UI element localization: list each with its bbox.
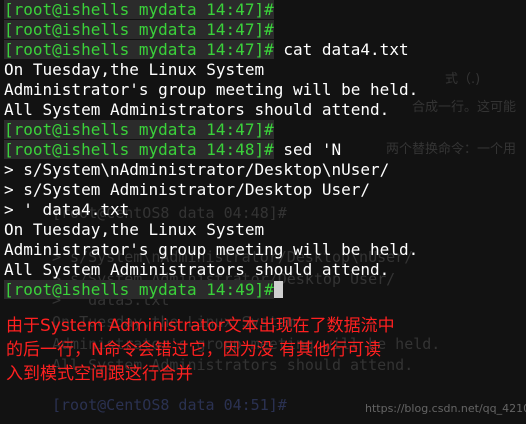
terminal-screenshot: 式（.) 合成一行。这可能 两个替换命令：一个用 [root@CentOS8 d… <box>0 0 526 424</box>
prompt-line: [root@ishells mydata 14:48]# sed 'N <box>4 140 526 160</box>
output-line: All System Administrators should attend. <box>4 100 526 120</box>
command-text: sed 'N <box>273 140 342 159</box>
output-line: > s/System\nAdministrator/Desktop\nUser/ <box>4 160 526 180</box>
shell-prompt: [root@ishells mydata 14:47]# <box>4 20 274 39</box>
shell-prompt: [root@ishells mydata 14:47]# <box>4 40 274 59</box>
output-line: On Tuesday,the Linux System <box>4 60 526 80</box>
output-text: Administrator's group meeting will be he… <box>4 80 419 99</box>
shell-prompt: [root@ishells mydata 14:47]# <box>4 120 274 139</box>
command-text: cat data4.txt <box>273 40 409 59</box>
prompt-line: [root@ishells mydata 14:49]# <box>4 280 526 300</box>
shell-prompt: [root@ishells mydata 14:47]# <box>4 0 274 19</box>
annotation-line: 由于System Administrator文本出现在了数据流中 <box>6 316 395 336</box>
annotation-line: 的后一行，N命令会错过它，因为没 有其他行可读 <box>6 340 382 360</box>
annotation-text: 由于System Administrator文本出现在了数据流中 的后一行，N命… <box>6 314 521 386</box>
output-text: > s/System Administrator/Desktop User/ <box>4 180 371 199</box>
output-text: On Tuesday,the Linux System <box>4 220 265 239</box>
output-text: > s/System\nAdministrator/Desktop\nUser/ <box>4 160 390 179</box>
output-text: On Tuesday,the Linux System <box>4 60 265 79</box>
watermark: https://blog.csdn.net/qq_42103 <box>365 402 526 415</box>
output-line: Administrator's group meeting will be he… <box>4 80 526 100</box>
output-line: > ' data4.txt <box>4 200 526 220</box>
prompt-line: [root@ishells mydata 14:47]# cat data4.t… <box>4 40 526 60</box>
prompt-line: [root@ishells mydata 14:47]# <box>4 0 526 20</box>
prompt-line: [root@ishells mydata 14:47]# <box>4 20 526 40</box>
output-text: Administrator's group meeting will be he… <box>4 240 419 259</box>
text-cursor <box>273 281 283 298</box>
output-text: > ' data4.txt <box>4 200 130 219</box>
terminal-output[interactable]: [root@ishells mydata 14:47]# [root@ishell… <box>4 0 526 300</box>
output-line: All System Administrators should attend. <box>4 260 526 280</box>
output-line: Administrator's group meeting will be he… <box>4 240 526 260</box>
annotation-line: 入到模式空间跟这行合并 <box>6 364 193 384</box>
shell-prompt: [root@ishells mydata 14:49]# <box>4 280 274 299</box>
shell-prompt: [root@ishells mydata 14:48]# <box>4 140 274 159</box>
output-line: On Tuesday,the Linux System <box>4 220 526 240</box>
output-text: All System Administrators should attend. <box>4 100 390 119</box>
output-line: > s/System Administrator/Desktop User/ <box>4 180 526 200</box>
prompt-line: [root@ishells mydata 14:47]# <box>4 120 526 140</box>
ghost-text: [root@CentOS8 data 04:51]# <box>52 396 287 414</box>
output-text: All System Administrators should attend. <box>4 260 390 279</box>
